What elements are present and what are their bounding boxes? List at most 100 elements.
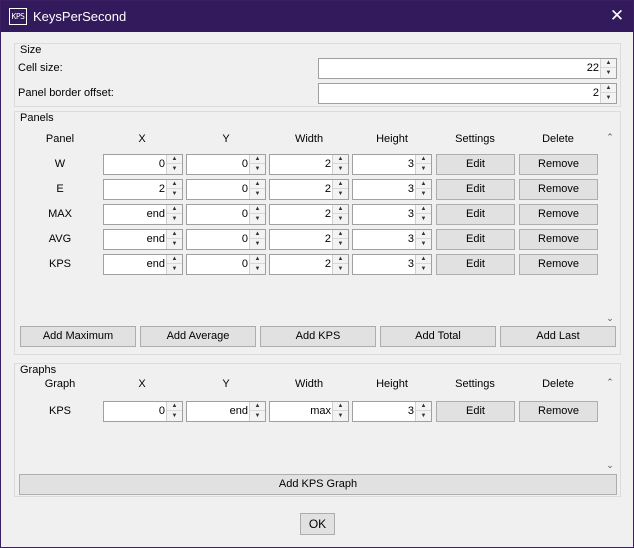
chevron-up-icon[interactable]: ▲ (416, 230, 431, 239)
add-panel-button[interactable]: Add Total (380, 326, 496, 347)
chevron-down-icon[interactable]: ▼ (416, 412, 431, 421)
add-kps-graph-button[interactable]: Add KPS Graph (19, 474, 617, 495)
chevron-up-icon[interactable]: ▲ (167, 205, 182, 214)
chevron-down-icon[interactable]: ▼ (416, 265, 431, 274)
width-spinner[interactable]: 2 ▲ ▼ (269, 229, 349, 250)
chevron-up-icon[interactable]: ▲ (416, 155, 431, 164)
chevron-down-icon[interactable]: ▼ (167, 265, 182, 274)
edit-button[interactable]: Edit (436, 229, 515, 250)
chevron-down-icon[interactable]: ▼ (333, 165, 348, 174)
width-spinner[interactable]: max ▲ ▼ (269, 401, 349, 422)
chevron-up-icon[interactable]: ▲ (416, 180, 431, 189)
title-bar[interactable]: KPS KeysPerSecond ✕ (1, 1, 633, 32)
chevron-up-icon[interactable]: ▲ (416, 255, 431, 264)
y-spinner[interactable]: end ▲ ▼ (186, 401, 266, 422)
height-spinner[interactable]: 3 ▲ ▼ (352, 204, 432, 225)
add-panel-button[interactable]: Add KPS (260, 326, 376, 347)
border-offset-spinner[interactable]: 2 ▲ ▼ (318, 83, 617, 104)
edit-button[interactable]: Edit (436, 154, 515, 175)
chevron-down-icon[interactable]: ▼ (601, 69, 616, 78)
remove-button[interactable]: Remove (519, 204, 598, 225)
chevron-down-icon[interactable]: ▼ (333, 265, 348, 274)
x-spinner[interactable]: end ▲ ▼ (103, 229, 183, 250)
chevron-up-icon[interactable]: ▲ (250, 155, 265, 164)
chevron-down-icon[interactable]: ▼ (250, 215, 265, 224)
chevron-down-icon[interactable]: ▼ (416, 215, 431, 224)
chevron-up-icon[interactable]: ▲ (601, 84, 616, 93)
chevron-down-icon[interactable]: ▼ (167, 215, 182, 224)
edit-button[interactable]: Edit (436, 254, 515, 275)
edit-button[interactable]: Edit (436, 204, 515, 225)
height-spinner[interactable]: 3 ▲ ▼ (352, 154, 432, 175)
height-spinner[interactable]: 3 ▲ ▼ (352, 401, 432, 422)
y-spinner[interactable]: 0 ▲ ▼ (186, 204, 266, 225)
chevron-down-icon[interactable]: ▼ (250, 265, 265, 274)
x-spinner[interactable]: 2 ▲ ▼ (103, 179, 183, 200)
chevron-up-icon[interactable]: ▲ (416, 205, 431, 214)
chevron-down-icon[interactable]: ▼ (167, 190, 182, 199)
chevron-down-icon[interactable]: ▼ (250, 190, 265, 199)
height-spinner[interactable]: 3 ▲ ▼ (352, 254, 432, 275)
chevron-down-icon[interactable]: ▼ (416, 240, 431, 249)
scroll-down-icon[interactable]: ⌄ (604, 312, 616, 324)
width-spinner[interactable]: 2 ▲ ▼ (269, 154, 349, 175)
chevron-up-icon[interactable]: ▲ (250, 255, 265, 264)
chevron-up-icon[interactable]: ▲ (601, 59, 616, 68)
x-spinner[interactable]: end ▲ ▼ (103, 254, 183, 275)
width-spinner[interactable]: 2 ▲ ▼ (269, 179, 349, 200)
cell-size-spinner[interactable]: 22 ▲ ▼ (318, 58, 617, 79)
chevron-up-icon[interactable]: ▲ (167, 180, 182, 189)
remove-button[interactable]: Remove (519, 154, 598, 175)
chevron-down-icon[interactable]: ▼ (333, 412, 348, 421)
chevron-up-icon[interactable]: ▲ (167, 230, 182, 239)
chevron-up-icon[interactable]: ▲ (250, 180, 265, 189)
chevron-down-icon[interactable]: ▼ (250, 165, 265, 174)
chevron-up-icon[interactable]: ▲ (333, 155, 348, 164)
chevron-down-icon[interactable]: ▼ (601, 94, 616, 103)
chevron-down-icon[interactable]: ▼ (167, 165, 182, 174)
chevron-down-icon[interactable]: ▼ (167, 412, 182, 421)
scroll-up-icon[interactable]: ⌃ (604, 131, 616, 143)
chevron-up-icon[interactable]: ▲ (250, 205, 265, 214)
chevron-down-icon[interactable]: ▼ (333, 215, 348, 224)
chevron-up-icon[interactable]: ▲ (333, 180, 348, 189)
chevron-down-icon[interactable]: ▼ (167, 240, 182, 249)
close-button[interactable]: ✕ (601, 1, 633, 32)
x-spinner[interactable]: 0 ▲ ▼ (103, 401, 183, 422)
edit-button[interactable]: Edit (436, 179, 515, 200)
chevron-up-icon[interactable]: ▲ (333, 402, 348, 411)
ok-button[interactable]: OK (300, 513, 335, 535)
y-spinner[interactable]: 0 ▲ ▼ (186, 154, 266, 175)
chevron-up-icon[interactable]: ▲ (167, 255, 182, 264)
x-spinner[interactable]: end ▲ ▼ (103, 204, 183, 225)
remove-button[interactable]: Remove (519, 229, 598, 250)
chevron-up-icon[interactable]: ▲ (167, 402, 182, 411)
edit-button[interactable]: Edit (436, 401, 515, 422)
y-spinner[interactable]: 0 ▲ ▼ (186, 229, 266, 250)
y-spinner[interactable]: 0 ▲ ▼ (186, 254, 266, 275)
chevron-up-icon[interactable]: ▲ (250, 230, 265, 239)
add-panel-button[interactable]: Add Last (500, 326, 616, 347)
chevron-down-icon[interactable]: ▼ (250, 412, 265, 421)
add-panel-button[interactable]: Add Average (140, 326, 256, 347)
chevron-up-icon[interactable]: ▲ (333, 230, 348, 239)
y-spinner[interactable]: 0 ▲ ▼ (186, 179, 266, 200)
scroll-up-icon[interactable]: ⌃ (604, 376, 616, 388)
chevron-down-icon[interactable]: ▼ (333, 240, 348, 249)
chevron-down-icon[interactable]: ▼ (416, 165, 431, 174)
chevron-down-icon[interactable]: ▼ (250, 240, 265, 249)
width-spinner[interactable]: 2 ▲ ▼ (269, 254, 349, 275)
chevron-up-icon[interactable]: ▲ (416, 402, 431, 411)
width-spinner[interactable]: 2 ▲ ▼ (269, 204, 349, 225)
height-spinner[interactable]: 3 ▲ ▼ (352, 229, 432, 250)
chevron-up-icon[interactable]: ▲ (167, 155, 182, 164)
add-panel-button[interactable]: Add Maximum (20, 326, 136, 347)
chevron-down-icon[interactable]: ▼ (416, 190, 431, 199)
remove-button[interactable]: Remove (519, 254, 598, 275)
x-spinner[interactable]: 0 ▲ ▼ (103, 154, 183, 175)
height-spinner[interactable]: 3 ▲ ▼ (352, 179, 432, 200)
remove-button[interactable]: Remove (519, 401, 598, 422)
chevron-down-icon[interactable]: ▼ (333, 190, 348, 199)
chevron-up-icon[interactable]: ▲ (250, 402, 265, 411)
chevron-up-icon[interactable]: ▲ (333, 255, 348, 264)
